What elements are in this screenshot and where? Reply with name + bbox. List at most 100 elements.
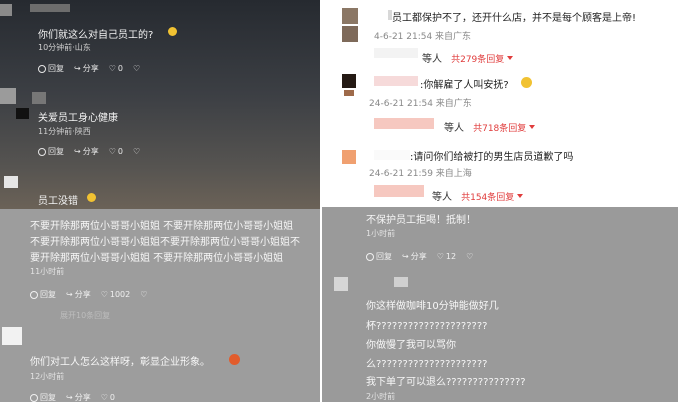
reply-button[interactable]: 回复 bbox=[38, 146, 64, 157]
comment-text: 员工没错 bbox=[38, 196, 78, 207]
username-blurred bbox=[374, 150, 410, 160]
like-button[interactable]: ♡ 12 bbox=[437, 252, 456, 261]
expand-replies-link[interactable]: 展开10条回复 bbox=[60, 310, 110, 321]
avatar[interactable] bbox=[334, 277, 348, 291]
comment-text: 关爱员工身心健康 bbox=[38, 113, 118, 124]
avatar[interactable] bbox=[2, 327, 22, 345]
comment-text: 不保护员工拒喝！抵制！ bbox=[366, 215, 476, 226]
share-icon: ↪ bbox=[66, 393, 73, 402]
share-button[interactable]: ↪ 分享 bbox=[74, 146, 99, 157]
username-blurred bbox=[32, 92, 46, 104]
emoji-icon bbox=[87, 193, 96, 202]
username-blurred bbox=[394, 277, 408, 287]
comment-text-line: 不要开除那两位小哥哥小姐姐不要开除那两位小哥哥小姐姐不 bbox=[30, 237, 300, 248]
chevron-down-icon bbox=[517, 193, 524, 198]
expand-replies-link[interactable]: 等人 共718条回复 bbox=[444, 116, 536, 135]
like-button[interactable]: ♡ 0 bbox=[109, 64, 123, 73]
share-icon: ↪ bbox=[66, 290, 73, 299]
heart-icon: ♡ bbox=[108, 64, 116, 73]
comment-text-line: 不要开除那两位小哥哥小姐姐 不要开除那两位小哥哥小姐姐 bbox=[30, 221, 294, 232]
chevron-down-icon bbox=[529, 124, 536, 129]
comment-text: :你解雇了人叫安抚? bbox=[420, 80, 509, 91]
emoji-icon bbox=[168, 27, 177, 36]
dislike-button[interactable]: ♡ bbox=[466, 252, 473, 261]
comment-panel-bottom-left: 不要开除那两位小哥哥小姐姐 不要开除那两位小哥哥小姐姐 不要开除那两位小哥哥小姐… bbox=[0, 209, 320, 402]
comment-meta: 4-6-21 21:54 来自广东 bbox=[374, 32, 472, 42]
comment-meta: 11分钟前·陕西 bbox=[38, 127, 91, 136]
replier-avatars-blurred bbox=[374, 185, 424, 197]
comment-text-line: 要开除那两位小哥哥小姐姐 不要开除那两位小哥哥小姐姐 bbox=[30, 253, 284, 264]
heart-icon: ♡ bbox=[100, 290, 108, 299]
heart-icon: ♡ bbox=[100, 393, 108, 402]
dislike-icon: ♡ bbox=[466, 252, 474, 261]
comment-text-line: 杯????????????????????? bbox=[366, 321, 488, 332]
reply-icon bbox=[366, 252, 374, 261]
reply-icon bbox=[38, 147, 46, 156]
comment-actions: 回复 ↪ 分享 ♡ 12 ♡ bbox=[366, 251, 473, 262]
avatar[interactable] bbox=[0, 88, 16, 104]
comment-actions: 回复 ↪ 分享 ♡ 0 ♡ bbox=[38, 63, 140, 74]
reply-button[interactable]: 回复 bbox=[30, 392, 56, 402]
comment-text: :请问你们给被打的男生店员道歉了吗 bbox=[410, 152, 574, 163]
reply-icon bbox=[30, 290, 38, 299]
avatar-dot bbox=[16, 108, 29, 119]
comment-meta: 12小时前 bbox=[30, 372, 65, 381]
comment-panel-bottom-right: 不保护员工拒喝！抵制！ 1小时前 回复 ↪ 分享 ♡ 12 ♡ 你这样做咖啡10分钟… bbox=[322, 207, 678, 402]
chevron-down-icon bbox=[507, 55, 514, 60]
expand-replies-link[interactable]: 等人 共279条回复 bbox=[422, 47, 514, 66]
heart-icon: ♡ bbox=[108, 147, 116, 156]
avatar-part bbox=[342, 26, 358, 42]
share-button[interactable]: ↪ 分享 bbox=[66, 392, 91, 402]
comment-meta: 11小时前 bbox=[30, 267, 65, 276]
dislike-icon: ♡ bbox=[132, 64, 141, 73]
comment-panel-top-right: 员工都保护不了，还开什么店，并不是每个顾客是上帝! 4-6-21 21:54 来… bbox=[322, 0, 678, 207]
emoji-icon bbox=[229, 354, 240, 365]
share-icon: ↪ bbox=[74, 64, 81, 73]
avatar[interactable] bbox=[342, 74, 356, 88]
comment-actions: 回复 ↪ 分享 ♡ 0 bbox=[30, 392, 115, 402]
comment-text-line: 你做慢了我可以骂你 bbox=[366, 340, 456, 351]
comment-text: 员工都保护不了，还开什么店，并不是每个顾客是上帝! bbox=[392, 13, 637, 24]
replier-avatars-blurred bbox=[374, 118, 434, 129]
dislike-button[interactable]: ♡ bbox=[140, 290, 147, 299]
emoji-icon bbox=[521, 77, 532, 88]
reply-icon bbox=[30, 393, 38, 402]
comment-meta: 1小时前 bbox=[366, 229, 396, 238]
comment-text-line: 你这样做咖啡10分钟能做好几 bbox=[366, 301, 499, 312]
heart-icon: ♡ bbox=[436, 252, 444, 261]
share-button[interactable]: ↪ 分享 bbox=[74, 63, 99, 74]
comment-text: 你们就这么对自己员工的? bbox=[38, 30, 154, 41]
share-icon: ↪ bbox=[74, 147, 81, 156]
comment-panel-top-left: 你们就这么对自己员工的? 10分钟前·山东 回复 ↪ 分享 ♡ 0 ♡ 关爱员工身心… bbox=[0, 0, 320, 209]
like-button[interactable]: ♡ 0 bbox=[109, 147, 123, 156]
share-button[interactable]: ↪ 分享 bbox=[66, 289, 91, 300]
like-button[interactable]: ♡ 1002 bbox=[101, 290, 131, 299]
avatar[interactable] bbox=[342, 8, 358, 24]
dislike-button[interactable]: ♡ bbox=[133, 147, 140, 156]
share-button[interactable]: ↪ 分享 bbox=[402, 251, 427, 262]
reply-button[interactable]: 回复 bbox=[38, 63, 64, 74]
comment-meta: 24-6-21 21:59 来自上海 bbox=[369, 169, 472, 179]
comment-meta: 24-6-21 21:54 来自广东 bbox=[369, 99, 472, 109]
comment-text-line: 么????????????????????? bbox=[366, 359, 488, 370]
avatar[interactable] bbox=[342, 150, 356, 164]
avatar[interactable] bbox=[0, 4, 12, 16]
like-button[interactable]: ♡ 0 bbox=[101, 393, 115, 402]
comment-actions: 回复 ↪ 分享 ♡ 1002 ♡ bbox=[30, 289, 147, 300]
avatar-part bbox=[344, 90, 354, 96]
comment-actions: 回复 ↪ 分享 ♡ 0 ♡ bbox=[38, 146, 140, 157]
comment-text-line: 我下单了可以退么??????????????? bbox=[366, 377, 526, 388]
reply-icon bbox=[38, 64, 46, 73]
username-blurred bbox=[374, 76, 418, 86]
comment-meta: 2小时前 bbox=[366, 392, 396, 401]
expand-replies-link[interactable]: 等人 共154条回复 bbox=[432, 185, 524, 204]
comment-meta: 10分钟前·山东 bbox=[38, 43, 91, 52]
dislike-icon: ♡ bbox=[140, 290, 148, 299]
username-blurred bbox=[30, 4, 70, 12]
replier-avatars-blurred bbox=[374, 48, 418, 58]
reply-button[interactable]: 回复 bbox=[366, 251, 392, 262]
reply-button[interactable]: 回复 bbox=[30, 289, 56, 300]
dislike-button[interactable]: ♡ bbox=[133, 64, 140, 73]
share-icon: ↪ bbox=[402, 252, 409, 261]
avatar[interactable] bbox=[4, 176, 18, 188]
